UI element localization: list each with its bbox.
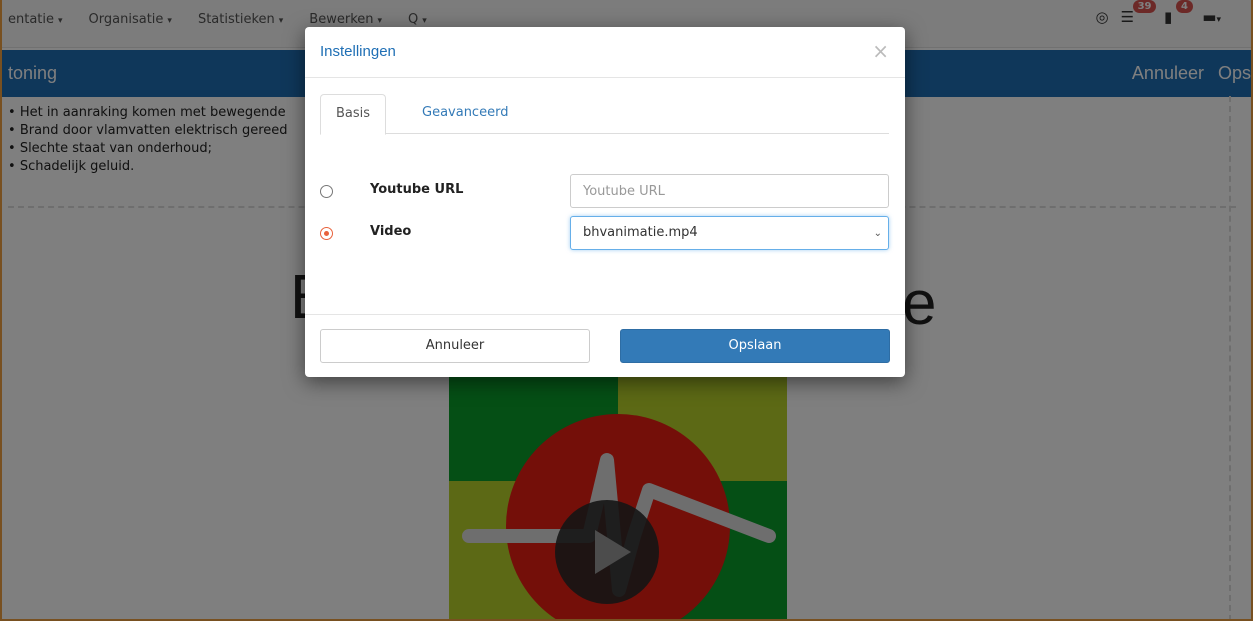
- video-row: Video bhvanimatie.mp4 ⌄: [320, 216, 889, 250]
- video-select[interactable]: bhvanimatie.mp4 ⌄: [570, 216, 889, 250]
- cancel-button[interactable]: Annuleer: [320, 329, 590, 363]
- tab-basis[interactable]: Basis: [320, 94, 387, 135]
- modal-header: Instellingen ×: [305, 27, 905, 78]
- modal-footer: Annuleer Opslaan: [305, 314, 905, 377]
- save-button[interactable]: Opslaan: [620, 329, 890, 363]
- video-select-value: bhvanimatie.mp4: [583, 225, 698, 240]
- video-radio[interactable]: [320, 227, 333, 240]
- youtube-label: Youtube URL: [370, 182, 464, 197]
- settings-modal: Instellingen × Basis Geavanceerd Youtube…: [305, 27, 905, 377]
- youtube-row: Youtube URL: [320, 174, 889, 208]
- modal-title: Instellingen: [320, 43, 396, 60]
- close-icon[interactable]: ×: [872, 39, 889, 63]
- youtube-url-input[interactable]: [570, 174, 889, 208]
- modal-tabs: Basis Geavanceerd: [320, 94, 889, 135]
- youtube-radio[interactable]: [320, 185, 333, 198]
- tab-geavanceerd[interactable]: Geavanceerd: [407, 94, 523, 135]
- chevron-down-icon: ⌄: [873, 228, 882, 239]
- video-label: Video: [370, 224, 412, 239]
